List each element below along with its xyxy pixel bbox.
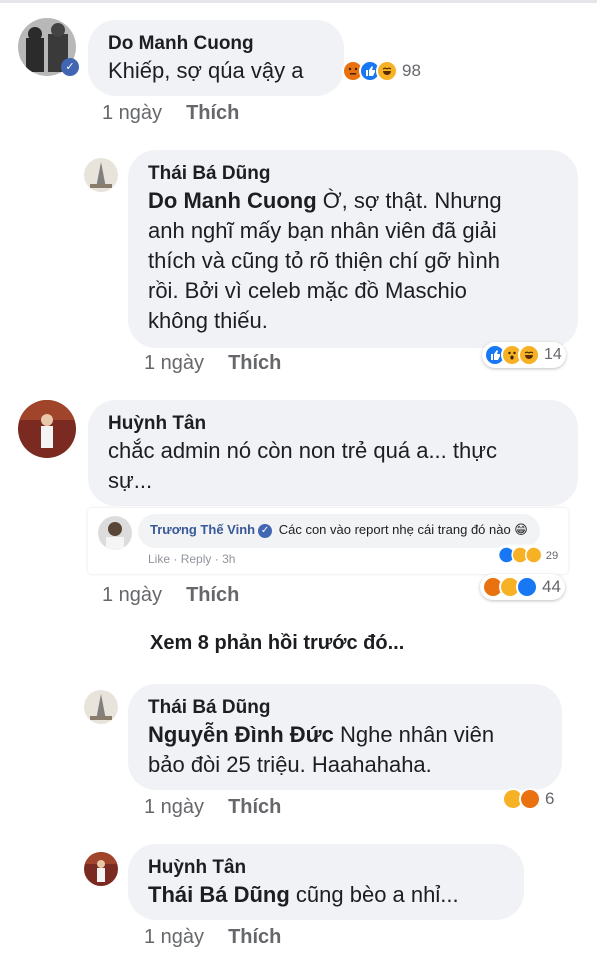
embedded-comment-screenshot: Trương Thế Vinh ✓ Các con vào report nhẹ … (88, 508, 568, 574)
like-button[interactable]: Thích (228, 926, 281, 949)
embedded-time: 3h (222, 552, 236, 566)
embedded-separator: · (173, 552, 178, 566)
comment-bubble: Thái Bá Dũng Do Manh Cuong Ờ, sợ thật. N… (128, 150, 578, 348)
reaction-count: 14 (544, 346, 562, 363)
verified-badge-icon: ✓ (258, 523, 273, 538)
comment-text: Khiếp, sợ qúa vậy a (108, 58, 304, 83)
view-previous-replies-link[interactable]: Xem 8 phản hồi trước đó... (150, 632, 404, 655)
mention-link[interactable]: Thái Bá Dũng (148, 882, 290, 907)
embedded-separator: · (214, 552, 219, 566)
timestamp[interactable]: 1 ngày (144, 926, 204, 949)
haha-icon (376, 60, 398, 82)
timestamp[interactable]: 1 ngày (102, 584, 162, 607)
comment-bubble: Huỳnh Tân Thái Bá Dũng cũng bèo a nhỉ... (128, 844, 524, 920)
comment-meta: 1 ngày Thích (102, 584, 239, 607)
comment-meta: 1 ngày Thích (144, 926, 281, 949)
embedded-reply: Reply (180, 552, 212, 566)
comment-bubble: Huỳnh Tân chắc admin nó còn non trẻ quá … (88, 400, 578, 506)
haha-icon (518, 344, 540, 366)
comment-text-line: anh nghĩ mấy bạn nhân viên đã giải (148, 218, 497, 243)
comment-text: Thái Bá Dũng cũng bèo a nhỉ... (148, 882, 459, 907)
comment-text-line: chắc admin nó còn non trẻ quá a... thực (108, 438, 497, 463)
embedded-reaction-count: 29 (545, 548, 559, 562)
reaction-count: 44 (542, 577, 561, 596)
avatar-truong-the-vinh (98, 516, 132, 550)
timestamp[interactable]: 1 ngày (144, 796, 204, 819)
comment-meta: 1 ngày Thích (144, 352, 281, 375)
avatar-huynh-tan[interactable] (84, 852, 118, 886)
reaction-summary[interactable]: 98 (340, 58, 425, 84)
avatar-huynh-tan[interactable] (18, 400, 76, 458)
comment-text-line: rồi. Bởi vì celeb mặc đồ Maschio (148, 278, 467, 303)
like-button[interactable]: Thích (186, 102, 239, 125)
comment-author[interactable]: Thái Bá Dũng (148, 162, 558, 186)
embedded-author: Trương Thế Vinh (150, 522, 256, 537)
top-divider (0, 0, 597, 3)
timestamp[interactable]: 1 ngày (102, 102, 162, 125)
like-icon (516, 576, 538, 598)
embedded-text: Các con vào report nhẹ cái trang đó nào … (278, 522, 528, 537)
avatar-thai-ba-dung[interactable] (84, 158, 118, 192)
embedded-reactions: 29 (496, 544, 562, 566)
avatar-thai-ba-dung[interactable] (84, 690, 118, 724)
reaction-summary[interactable]: 14 (482, 342, 566, 368)
timestamp[interactable]: 1 ngày (144, 352, 204, 375)
like-button[interactable]: Thích (228, 796, 281, 819)
comment-author[interactable]: Thái Bá Dũng (148, 696, 542, 720)
comment-text-line: không thiếu. (148, 308, 268, 333)
like-button[interactable]: Thích (228, 352, 281, 375)
comment-text: Do Manh Cuong Ờ, sợ thật. Nhưng (148, 188, 502, 213)
reaction-summary[interactable]: 44 (480, 574, 565, 600)
embedded-comment-bubble: Trương Thế Vinh ✓ Các con vào report nhẹ … (138, 514, 540, 548)
like-button[interactable]: Thích (186, 584, 239, 607)
comment-bubble: Do Manh Cuong Khiếp, sợ qúa vậy a (88, 20, 344, 96)
verified-badge-icon: ✓ (61, 58, 79, 76)
comment-meta: 1 ngày Thích (144, 796, 281, 819)
mention-link[interactable]: Nguyễn Đình Đức (148, 722, 334, 747)
embedded-like: Like (148, 552, 171, 566)
reaction-summary[interactable]: 6 (500, 786, 558, 812)
comment-text: Nguyễn Đình Đức Nghe nhân viên (148, 722, 495, 747)
reaction-count: 6 (545, 789, 555, 808)
reaction-count: 98 (402, 61, 421, 80)
embedded-meta: Like · Reply · 3h (148, 552, 235, 566)
comment-author[interactable]: Huỳnh Tân (148, 856, 504, 880)
comment-text-line: bảo đòi 25 triệu. Haahahaha. (148, 752, 432, 777)
comment-author[interactable]: Huỳnh Tân (108, 412, 558, 436)
comment-bubble: Thái Bá Dũng Nguyễn Đình Đức Nghe nhân v… (128, 684, 562, 790)
comment-meta: 1 ngày Thích (102, 102, 239, 125)
comment-text-line: sự... (108, 468, 153, 493)
haha-icon (524, 546, 543, 564)
angry-icon (519, 788, 541, 810)
mention-link[interactable]: Do Manh Cuong (148, 188, 317, 213)
comment-author[interactable]: Do Manh Cuong (108, 32, 324, 56)
comment-text-line: thích và cũng tỏ rõ thiện chí gỡ hình (148, 248, 500, 273)
